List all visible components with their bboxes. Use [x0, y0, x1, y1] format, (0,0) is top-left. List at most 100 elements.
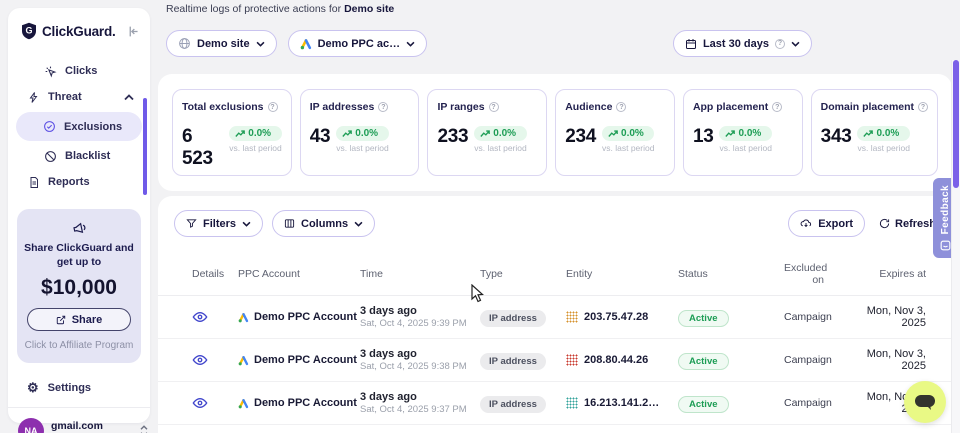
cloud-download-icon — [800, 218, 812, 229]
table-toolbar: Filters Columns Export — [158, 196, 952, 250]
main-scrollbar-thumb[interactable] — [953, 60, 959, 188]
table-row[interactable]: Demo PPC Account 3 days agoSat, Oct 4, 2… — [158, 382, 952, 425]
stat-card-audience: Audience? 234 0.0%vs. last period — [555, 89, 675, 176]
stat-card-ip-addresses: IP addresses? 43 0.0%vs. last period — [300, 89, 420, 176]
trend-badge: 0.0% — [229, 126, 281, 141]
stat-card-ip-ranges: IP ranges? 233 0.0%vs. last period — [427, 89, 547, 176]
globe-icon — [178, 37, 191, 50]
vs-last-period-label: vs. last period — [719, 143, 771, 153]
chevron-down-icon — [791, 41, 800, 47]
ip-identicon — [566, 311, 578, 323]
sidebar-item-exclusions[interactable]: Exclusions — [16, 112, 142, 141]
refresh-icon — [879, 218, 890, 229]
collapse-sidebar-icon[interactable] — [127, 25, 140, 38]
feedback-icon — [940, 240, 951, 251]
stat-value: 234 — [565, 126, 596, 148]
stat-value: 13 — [693, 126, 714, 148]
google-ads-icon — [238, 312, 249, 323]
stat-label: App placement — [693, 101, 768, 113]
columns-button[interactable]: Columns — [272, 210, 375, 237]
calendar-icon — [685, 38, 697, 50]
chevron-down-icon — [354, 221, 363, 227]
time-absolute: Sat, Oct 4, 2025 9:37 PM — [360, 404, 480, 416]
sidebar-item-settings[interactable]: ⚙ Settings — [8, 381, 150, 394]
expires-at-value: Mon, Nov 3, 2025 — [844, 305, 926, 329]
table-header-row: Details PPC Account Time Type Entity Sta… — [158, 250, 952, 296]
excluded-on-value: Campaign — [784, 311, 844, 323]
stat-value: 43 — [310, 126, 331, 148]
ppc-account-name: Demo PPC Account — [254, 397, 357, 409]
external-link-icon — [56, 315, 66, 325]
details-eye-icon[interactable] — [192, 397, 238, 409]
date-range-dropdown[interactable]: Last 30 days ? — [673, 30, 812, 57]
vs-last-period-label: vs. last period — [229, 143, 281, 153]
info-icon[interactable]: ? — [918, 102, 928, 112]
col-header-time[interactable]: Time — [360, 268, 480, 280]
chevron-up-icon — [124, 94, 134, 101]
sidebar-item-blacklist[interactable]: Blacklist — [8, 143, 150, 169]
gear-icon: ⚙ — [27, 381, 39, 394]
col-header-status[interactable]: Status — [678, 268, 784, 280]
sidebar-item-label: Blacklist — [65, 150, 110, 162]
logo-row: G ClickGuard. — [8, 8, 150, 48]
vs-last-period-label: vs. last period — [336, 143, 388, 153]
funnel-icon — [186, 218, 197, 229]
vs-last-period-label: vs. last period — [857, 143, 909, 153]
col-header-expires-at[interactable]: Expires at — [844, 268, 926, 280]
brand-name: ClickGuard. — [42, 24, 122, 39]
promo-amount: $10,000 — [23, 276, 135, 300]
info-icon[interactable]: ? — [268, 102, 278, 112]
sidebar-scrollbar-thumb[interactable] — [143, 98, 147, 195]
sidebar-item-reports[interactable]: Reports — [8, 169, 150, 195]
table-row-partial[interactable]: 3 days ago — [158, 425, 952, 433]
share-button[interactable]: Share — [27, 308, 131, 331]
info-icon[interactable]: ? — [378, 102, 388, 112]
export-button[interactable]: Export — [788, 210, 865, 237]
time-relative: 3 days ago — [360, 391, 480, 404]
exclusions-check-icon — [43, 120, 56, 133]
google-ads-icon — [300, 38, 312, 50]
threat-lightning-icon — [28, 91, 40, 104]
refresh-button[interactable]: Refresh — [879, 218, 936, 230]
settings-label: Settings — [48, 382, 91, 394]
trend-badge: 0.0% — [336, 126, 388, 141]
status-badge: Active — [678, 396, 729, 413]
info-icon[interactable]: ? — [616, 102, 626, 112]
sidebar-item-label: Threat — [48, 91, 82, 103]
account-switcher[interactable]: NA gmail.com naatali.ro@gmail.com — [8, 418, 150, 433]
google-ads-icon — [238, 355, 249, 366]
affiliate-program-link[interactable]: Click to Affiliate Program — [23, 340, 135, 351]
trend-badge: 0.0% — [474, 126, 526, 141]
col-header-ppc-account[interactable]: PPC Account — [238, 268, 360, 280]
entity-value: 16.213.141.2… — [584, 397, 659, 409]
filters-button[interactable]: Filters — [174, 210, 263, 237]
info-icon: ? — [775, 39, 785, 49]
sidebar-item-clicks[interactable]: Clicks — [8, 58, 150, 84]
stat-value: 233 — [437, 126, 468, 148]
details-eye-icon[interactable] — [192, 354, 238, 366]
col-header-entity[interactable]: Entity — [566, 268, 678, 280]
reports-document-icon — [28, 176, 40, 189]
ppc-account-filter-dropdown[interactable]: Demo PPC ac… — [288, 30, 428, 57]
table-row[interactable]: Demo PPC Account 3 days agoSat, Oct 4, 2… — [158, 296, 952, 339]
trend-badge: 0.0% — [719, 126, 771, 141]
chat-launcher-button[interactable] — [904, 381, 946, 423]
details-eye-icon[interactable] — [192, 311, 238, 323]
sidebar-item-threat[interactable]: Threat — [8, 84, 150, 110]
vs-last-period-label: vs. last period — [602, 143, 654, 153]
table-row[interactable]: Demo PPC Account 3 days agoSat, Oct 4, 2… — [158, 339, 952, 382]
account-name: gmail.com — [51, 420, 133, 432]
col-header-excluded-on[interactable]: Excluded on — [784, 262, 844, 286]
entity-value: 208.80.44.26 — [584, 354, 648, 366]
scope-filters: Demo site Demo PPC ac… — [166, 30, 427, 57]
col-header-details[interactable]: Details — [174, 268, 238, 280]
clickguard-shield-logo-icon: G — [21, 22, 37, 40]
site-filter-dropdown[interactable]: Demo site — [166, 30, 277, 57]
expires-at-value: Mon, Nov 3, 2025 — [844, 348, 926, 372]
chevron-down-icon — [242, 221, 251, 227]
info-icon[interactable]: ? — [772, 102, 782, 112]
col-header-type[interactable]: Type — [480, 268, 566, 280]
info-icon[interactable]: ? — [489, 102, 499, 112]
excluded-on-value: Campaign — [784, 354, 844, 366]
chevron-down-icon — [256, 41, 265, 47]
